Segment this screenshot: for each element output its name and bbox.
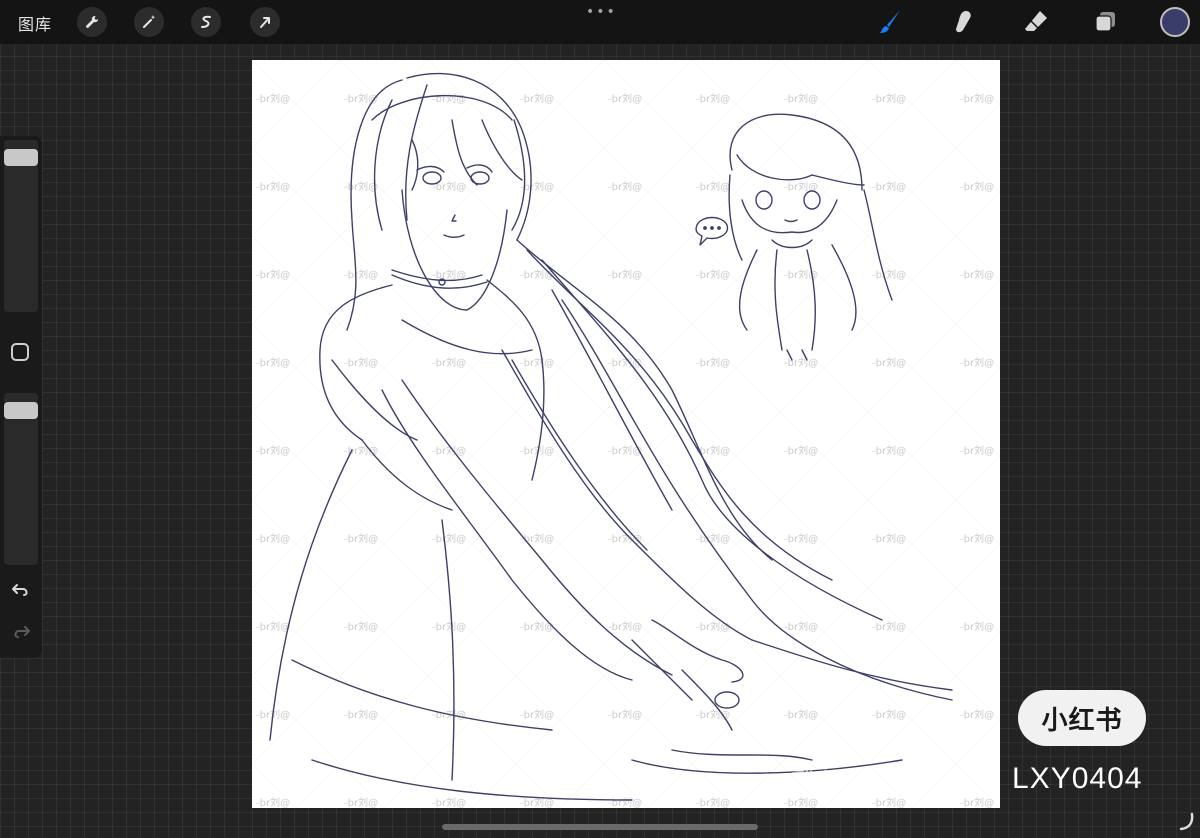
sketch-drawing <box>269 72 953 801</box>
modify-square-icon[interactable] <box>11 343 29 361</box>
color-picker-button[interactable] <box>1160 7 1190 37</box>
layers-icon <box>1095 12 1115 32</box>
brush-icon <box>880 10 900 33</box>
redo-icon <box>14 626 30 638</box>
actions-button[interactable] <box>77 7 107 37</box>
magic-wand-icon <box>143 15 156 28</box>
eraser-icon <box>1025 11 1047 31</box>
redo-button[interactable] <box>9 620 33 644</box>
selection-icon <box>201 15 211 28</box>
adjustments-button[interactable] <box>134 7 164 37</box>
drawing-canvas[interactable]: -br刘@ -br刘@ -br刘@ -br刘@ -br刘@ -br刘@ -br刘@ -br刘@… <box>252 60 1000 808</box>
eraser-tool-button[interactable] <box>1020 6 1052 38</box>
xiaohongshu-account-id: LXY0404 <box>1012 762 1143 795</box>
undo-icon <box>12 584 28 596</box>
xiaohongshu-caption: 我的小红书号： <box>790 767 987 800</box>
left-sidebar <box>0 136 42 658</box>
more-options-handle[interactable]: ••• <box>586 4 617 20</box>
transform-arrow-icon <box>260 17 270 28</box>
layers-button[interactable] <box>1090 6 1122 38</box>
xiaohongshu-logo: 小红书 <box>1018 690 1146 746</box>
undo-button[interactable] <box>9 578 33 602</box>
home-indicator[interactable] <box>442 824 758 830</box>
top-toolbar: 图库 ••• <box>0 0 1200 44</box>
brush-tool-button[interactable] <box>874 6 906 38</box>
smudge-tool-button[interactable] <box>948 6 980 38</box>
opacity-thumb[interactable] <box>4 402 38 420</box>
gallery-button[interactable]: 图库 <box>18 11 52 35</box>
transform-button[interactable] <box>250 7 280 37</box>
smudge-icon <box>956 11 971 33</box>
wrench-icon <box>86 15 99 28</box>
procreate-app: 图库 ••• -br刘@ -br刘@ -br刘@ -br刘@ -br刘@ -br… <box>0 0 1200 838</box>
quickshape-icon[interactable] <box>1178 812 1196 832</box>
brush-size-thumb[interactable] <box>4 149 38 167</box>
selection-button[interactable] <box>191 7 221 37</box>
